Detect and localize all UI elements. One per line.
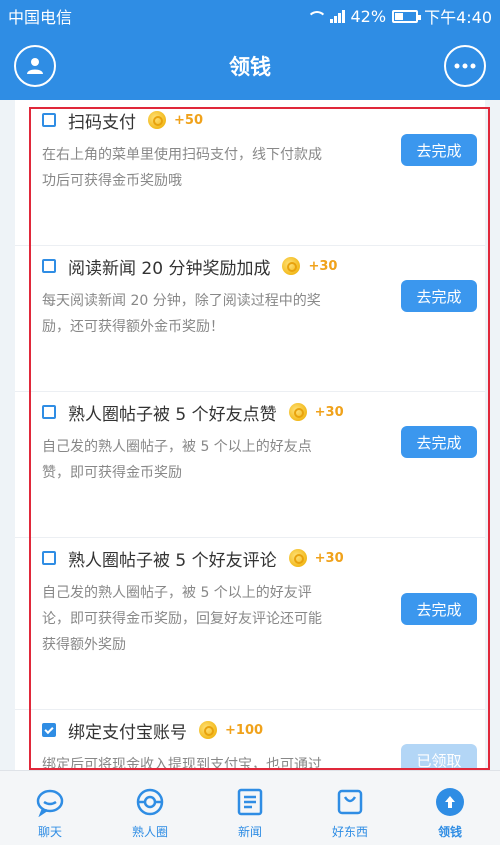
task-action-button[interactable]: 去完成	[401, 134, 477, 166]
task-description: 自己发的熟人圈帖子，被 5 个以上的好友点 赞，即可获得金币奖励	[42, 434, 387, 486]
task-desc-line: 自己发的熟人圈帖子，被 5 个以上的好友点	[42, 439, 312, 455]
battery-icon	[392, 9, 422, 23]
task-checkbox	[42, 113, 56, 127]
task-title: 熟人圈帖子被 5 个好友点赞	[68, 404, 277, 425]
tab-news[interactable]: 新闻	[200, 771, 300, 845]
more-button[interactable]	[444, 45, 486, 87]
coin-icon	[199, 721, 217, 739]
task-action-button[interactable]: 去完成	[401, 593, 477, 625]
money-icon	[435, 787, 465, 817]
wifi-icon	[306, 9, 327, 23]
task-checkbox	[42, 405, 56, 419]
task-reward: +50	[174, 112, 203, 128]
bag-icon	[335, 787, 365, 817]
task-action-button[interactable]: 去完成	[401, 426, 477, 458]
task-description: 在右上角的菜单里使用扫码支付，线下付款成 功后可获得金币奖励哦	[42, 142, 387, 194]
task-desc-line: 自己发的熟人圈帖子，被 5 个以上的好友评	[42, 585, 312, 601]
task-description: 自己发的熟人圈帖子，被 5 个以上的好友评 论，即可获得金币奖励，回复好友评论还可…	[42, 580, 387, 658]
task-title: 阅读新闻 20 分钟奖励加成	[68, 258, 271, 279]
coin-icon	[288, 549, 307, 567]
task-title: 熟人圈帖子被 5 个好友评论	[68, 550, 277, 571]
circle-icon	[135, 787, 165, 817]
user-icon	[27, 58, 43, 74]
task-desc-line: 励，还可获得额外金币奖励！	[42, 319, 224, 335]
task-reward: +30	[308, 258, 338, 274]
task-desc-line: 获得额外奖励	[42, 637, 126, 653]
signal-icon	[329, 9, 345, 23]
task-reward: +30	[314, 404, 344, 420]
task-desc-line: 论，即可获得金币奖励，回复好友评论还可能	[42, 611, 322, 627]
battery-percent: 42%	[350, 6, 387, 26]
tab-label: 聊天	[37, 825, 62, 839]
status-bar: 中国电信 42% 下午4:40	[0, 0, 500, 32]
tab-label: 熟人圈	[131, 825, 168, 839]
tab-bag[interactable]: 好东西	[300, 771, 400, 845]
clock: 下午4:40	[424, 8, 492, 27]
task-description: 绑定后可将现金收入提现到支付宝，也可通过	[42, 752, 387, 770]
tab-bar: 聊天 熟人圈 新闻 好东西 领钱	[0, 770, 500, 845]
coin-icon	[148, 111, 166, 129]
tab-label: 新闻	[237, 825, 262, 839]
tab-label: 领钱	[437, 825, 462, 839]
task-reward: +30	[314, 550, 344, 566]
task-item: 扫码支付 +50 在右上角的菜单里使用扫码支付，线下付款成 功后可获得金币奖励哦 …	[15, 100, 485, 246]
coin-icon	[282, 257, 301, 275]
tab-money[interactable]: 领钱	[400, 771, 500, 845]
task-reward: +100	[225, 722, 264, 738]
task-action-button[interactable]: 已领取	[401, 744, 477, 770]
tab-circle[interactable]: 熟人圈	[100, 771, 200, 845]
task-list: 扫码支付 +50 在右上角的菜单里使用扫码支付，线下付款成 功后可获得金币奖励哦 …	[15, 100, 485, 770]
task-checkbox	[42, 259, 56, 273]
more-icon	[454, 63, 476, 69]
task-action-button[interactable]: 去完成	[401, 280, 477, 312]
tab-chat[interactable]: 聊天	[0, 771, 100, 845]
task-title: 绑定支付宝账号	[68, 722, 187, 743]
task-checkbox	[42, 723, 56, 737]
profile-button[interactable]	[14, 45, 56, 87]
coin-icon	[288, 403, 307, 421]
task-desc-line: 在右上角的菜单里使用扫码支付，线下付款成	[42, 147, 322, 163]
task-item: 绑定支付宝账号 +100 绑定后可将现金收入提现到支付宝，也可通过 已领取	[15, 710, 485, 770]
task-item: 熟人圈帖子被 5 个好友评论 +30 自己发的熟人圈帖子，被 5 个以上的好友评…	[15, 538, 485, 710]
page-title: 领钱	[229, 55, 271, 79]
nav-bar: 领钱	[0, 32, 500, 100]
task-item: 熟人圈帖子被 5 个好友点赞 +30 自己发的熟人圈帖子，被 5 个以上的好友点…	[15, 392, 485, 538]
task-item: 阅读新闻 20 分钟奖励加成 +30 每天阅读新闻 20 分钟，除了阅读过程中的…	[15, 246, 485, 392]
chat-icon	[35, 787, 65, 817]
task-desc-line: 功后可获得金币奖励哦	[42, 173, 182, 189]
carrier-name: 中国电信	[8, 8, 73, 27]
task-desc-line: 每天阅读新闻 20 分钟，除了阅读过程中的奖	[42, 293, 321, 309]
tab-label: 好东西	[331, 825, 368, 839]
task-desc-line: 赞，即可获得金币奖励	[42, 465, 182, 481]
task-description: 每天阅读新闻 20 分钟，除了阅读过程中的奖 励，还可获得额外金币奖励！	[42, 288, 387, 340]
task-checkbox	[42, 551, 56, 565]
task-desc-line: 绑定后可将现金收入提现到支付宝，也可通过	[42, 757, 322, 770]
task-title: 扫码支付	[68, 112, 136, 133]
news-icon	[235, 787, 265, 817]
